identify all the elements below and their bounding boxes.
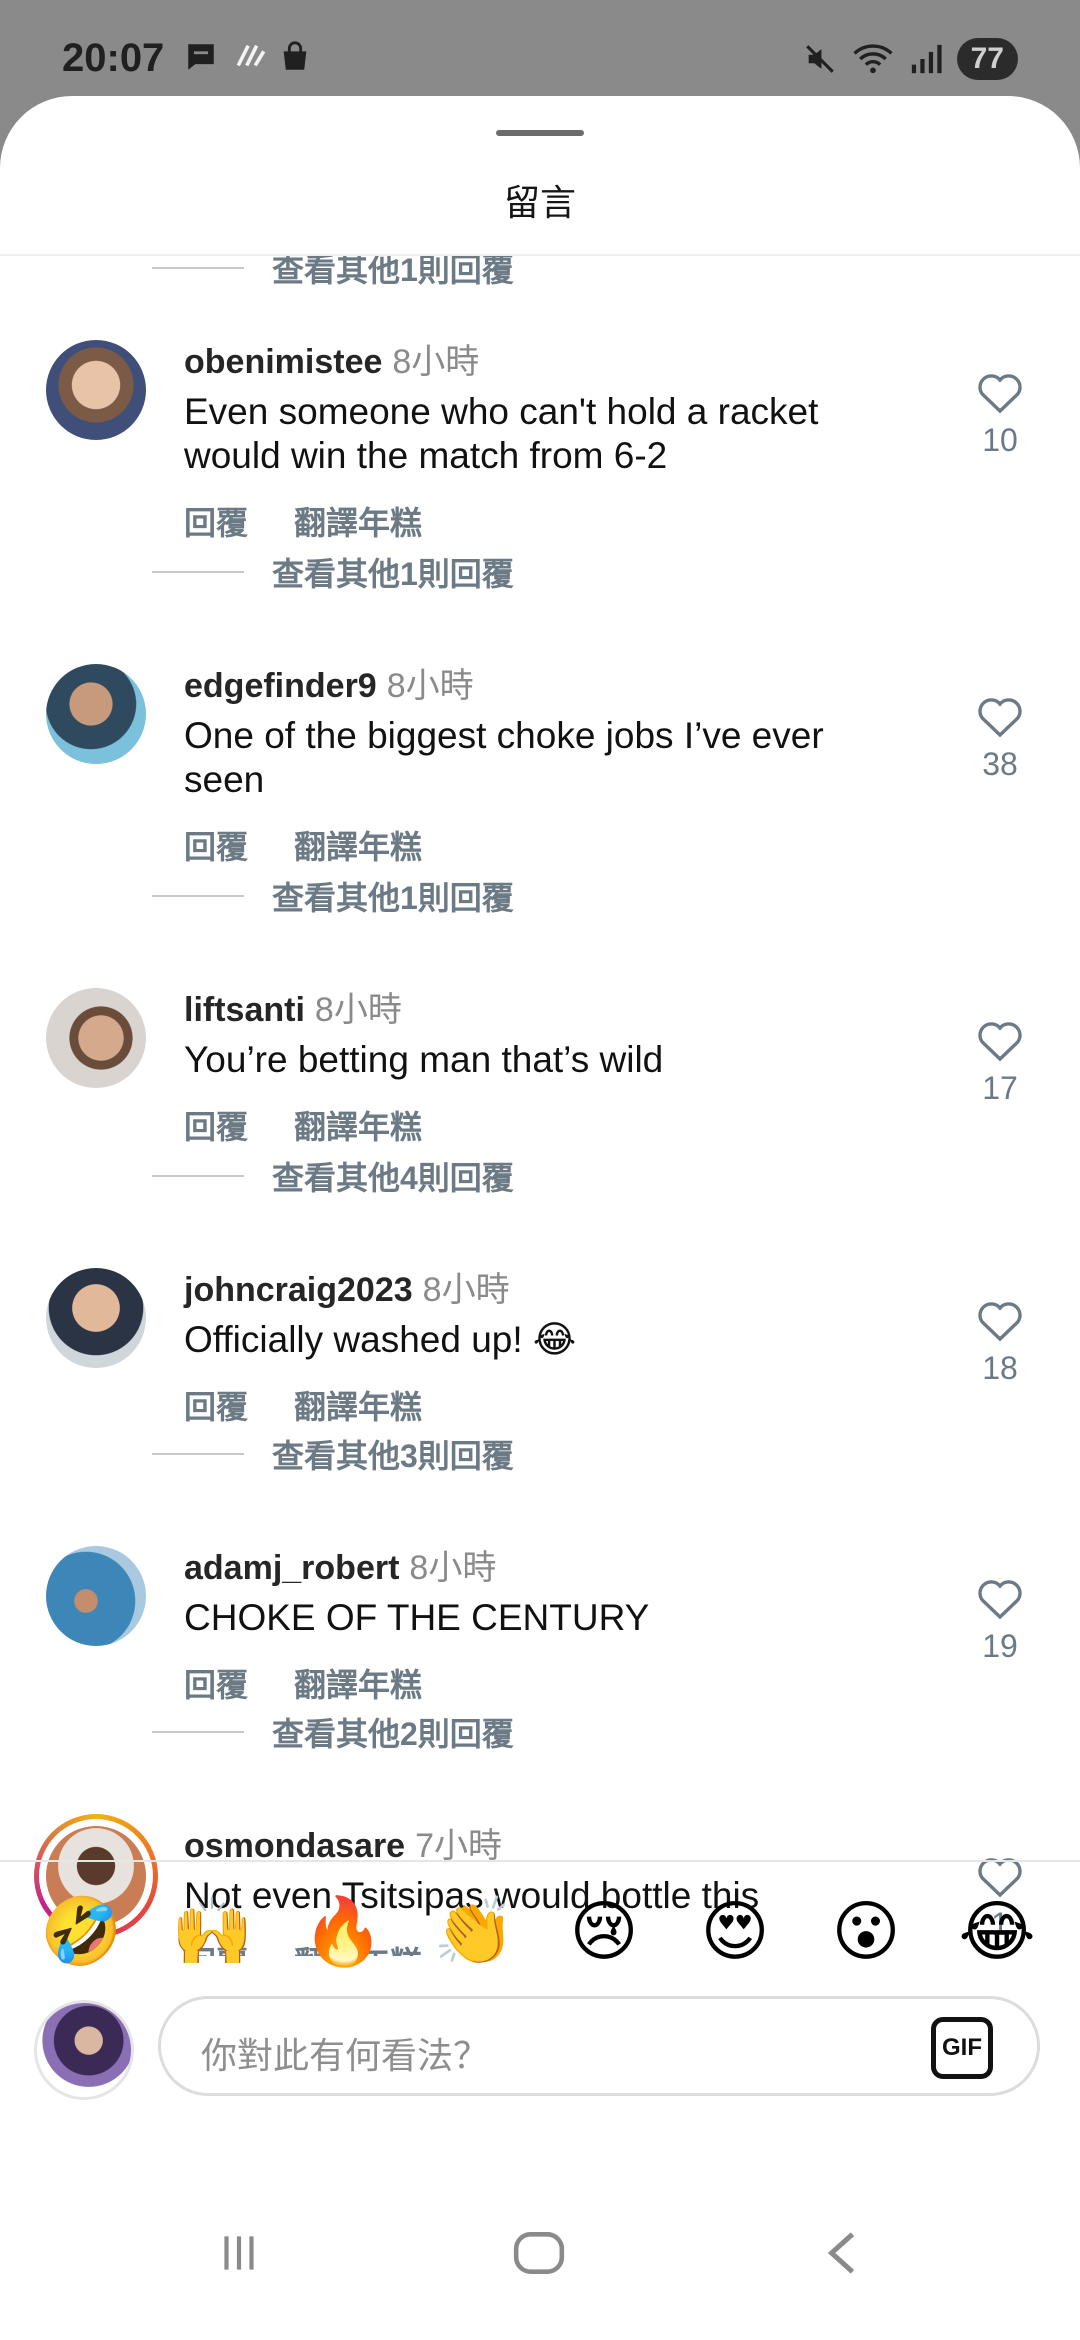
divider — [152, 1731, 244, 1733]
avatar[interactable] — [46, 988, 146, 1088]
comment-text: Officially washed up! 😂 — [184, 1319, 577, 1360]
shopping-bag-icon — [283, 41, 307, 70]
like-button[interactable]: 10 — [960, 370, 1040, 459]
signal-icon — [911, 44, 942, 74]
gif-button[interactable]: GIF — [931, 2017, 993, 2079]
comment-text: CHOKE OF THE CENTURY — [184, 1597, 650, 1638]
emoji-clap-button[interactable]: 👏 — [433, 1892, 515, 1972]
like-button[interactable]: 19 — [960, 1576, 1040, 1665]
comment-time: 8小時 — [409, 1549, 497, 1587]
status-bar: 20:07 77 — [0, 0, 1080, 96]
view-more-replies[interactable]: 查看其他2則回覆 — [0, 1712, 514, 1752]
comment-username[interactable]: edgefinder9 — [184, 667, 377, 705]
comment-username[interactable]: adamj_robert — [184, 1549, 399, 1587]
app-logo-icon — [236, 44, 266, 67]
comment-username[interactable]: liftsanti — [184, 991, 305, 1029]
like-button[interactable]: 18 — [960, 1298, 1040, 1387]
avatar[interactable] — [46, 1268, 146, 1368]
like-count: 10 — [982, 422, 1018, 458]
status-time: 20:07 — [62, 36, 165, 80]
translate-button[interactable]: 翻譯年糕 — [294, 505, 422, 541]
like-count: 38 — [982, 746, 1018, 782]
translate-button[interactable]: 翻譯年糕 — [294, 829, 422, 865]
divider — [152, 571, 244, 573]
view-more-replies[interactable]: 查看其他4則回覆 — [0, 1156, 514, 1196]
comment-text: You’re betting man that’s wild — [184, 1039, 664, 1080]
view-more-replies[interactable]: 查看其他3則回覆 — [0, 1434, 514, 1474]
view-more-replies[interactable]: 查看其他1則回覆 — [0, 552, 514, 592]
avatar[interactable] — [46, 340, 146, 440]
like-count: 19 — [982, 1628, 1018, 1664]
reply-button[interactable]: 回覆 — [184, 829, 248, 865]
reply-button[interactable]: 回覆 — [184, 1667, 248, 1703]
comment-text: Even someone who can't hold a racket wou… — [184, 391, 819, 476]
translate-button[interactable]: 翻譯年糕 — [294, 1109, 422, 1145]
battery-indicator: 77 — [956, 38, 1018, 80]
home-icon[interactable] — [512, 2228, 566, 2278]
divider — [152, 1175, 244, 1177]
view-more-replies-label: 查看其他1則回覆 — [272, 880, 514, 916]
heart-icon — [978, 698, 1022, 738]
emoji-raised-hands-button[interactable]: 🙌 — [171, 1892, 253, 1972]
heart-icon — [978, 1580, 1022, 1620]
view-more-replies[interactable]: 查看其他1則回覆 — [0, 256, 514, 288]
comment-username[interactable]: johncraig2023 — [184, 1271, 413, 1309]
my-avatar — [34, 2000, 134, 2100]
sheet-title: 留言 — [503, 182, 576, 223]
mute-icon — [805, 45, 834, 73]
system-nav-bar — [0, 2190, 1080, 2340]
view-more-replies[interactable]: 查看其他1則回覆 — [0, 876, 514, 916]
view-more-replies-label: 查看其他4則回覆 — [272, 1160, 514, 1196]
emoji-heart-eyes-button[interactable]: 😍 — [695, 1892, 775, 1972]
divider — [0, 1860, 1080, 1862]
emoji-fire-button[interactable]: 🔥 — [302, 1892, 384, 1972]
comment-time: 8小時 — [386, 667, 474, 705]
comment-time: 8小時 — [422, 1271, 510, 1309]
reply-button[interactable]: 回覆 — [184, 1109, 248, 1145]
like-button[interactable]: 38 — [960, 694, 1040, 783]
recent-apps-icon[interactable] — [214, 2228, 264, 2278]
emoji-surprised-button[interactable]: 😮 — [826, 1892, 906, 1972]
heart-icon — [978, 1022, 1022, 1062]
heart-icon — [978, 1302, 1022, 1342]
view-more-replies-label: 查看其他2則回覆 — [272, 1716, 514, 1752]
like-button[interactable]: 17 — [960, 1018, 1040, 1107]
comment-list[interactable]: 查看其他1則回覆 obenimistee 8小時 Even someone who… — [0, 256, 1080, 1956]
avatar[interactable] — [46, 1546, 146, 1646]
quick-emoji-bar: 🤣 🙌 🔥 👏 😢 😍 😮 😂 — [0, 1880, 1080, 1980]
view-more-replies-label: 查看其他1則回覆 — [272, 556, 514, 592]
divider — [152, 895, 244, 897]
message-icon — [188, 44, 214, 70]
view-more-replies-label: 查看其他1則回覆 — [272, 256, 514, 288]
sheet-drag-handle[interactable] — [496, 130, 584, 136]
comment-time: 8小時 — [314, 991, 402, 1029]
comment-username[interactable]: obenimistee — [184, 343, 382, 381]
comment-input[interactable]: 你對此有何看法？ GIF — [158, 1996, 1040, 2096]
emoji-crying-button[interactable]: 😢 — [564, 1892, 644, 1972]
translate-button[interactable]: 翻譯年糕 — [294, 1667, 422, 1703]
back-icon[interactable] — [820, 2228, 864, 2278]
wifi-icon — [853, 44, 893, 74]
reply-button[interactable]: 回覆 — [184, 505, 248, 541]
divider — [152, 1453, 244, 1455]
reply-button[interactable]: 回覆 — [184, 1389, 248, 1425]
emoji-joy-button[interactable]: 😂 — [957, 1892, 1037, 1972]
translate-button[interactable]: 翻譯年糕 — [294, 1389, 422, 1425]
comment-time: 8小時 — [392, 343, 480, 381]
avatar[interactable] — [46, 664, 146, 764]
like-count: 18 — [982, 1350, 1018, 1386]
comment-input-placeholder: 你對此有何看法？ — [201, 2035, 490, 2076]
emoji-rofl-button[interactable]: 🤣 — [40, 1892, 122, 1972]
comment-text: One of the biggest choke jobs I’ve ever … — [184, 715, 824, 800]
view-more-replies-label: 查看其他3則回覆 — [272, 1438, 514, 1474]
divider — [152, 267, 244, 269]
like-count: 17 — [982, 1070, 1018, 1106]
heart-icon — [978, 374, 1022, 414]
